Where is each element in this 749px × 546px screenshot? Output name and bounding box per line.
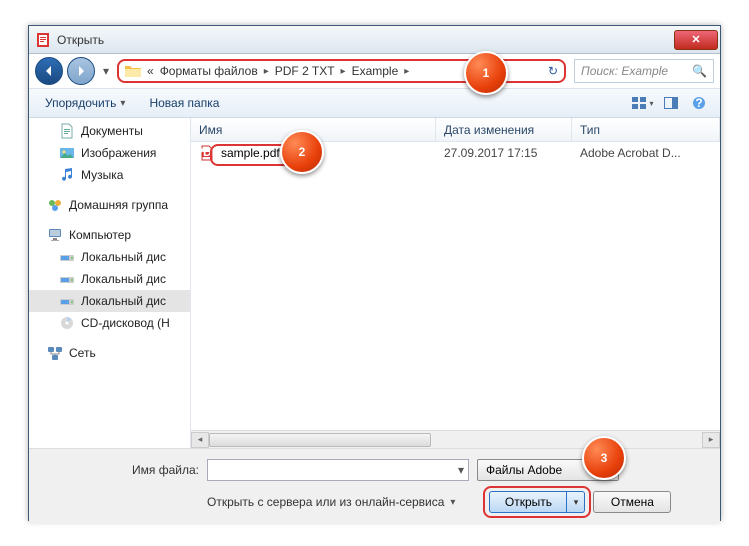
window-title: Открыть [57,33,674,47]
network-icon [47,345,63,361]
sidebar: Документы Изображения Музыка Домашняя гр… [29,118,191,448]
file-type-filter[interactable]: Файлы Adobe [477,459,619,481]
scroll-track[interactable] [209,432,702,448]
app-icon [35,32,51,48]
breadcrumb-prefix[interactable]: « [147,64,154,78]
preview-pane-button[interactable] [658,92,684,114]
sidebar-item-documents[interactable]: Документы [29,120,190,142]
cd-icon [59,315,75,331]
horizontal-scrollbar[interactable]: ◂ ▸ [191,430,720,448]
chevron-down-icon[interactable]: ▾ [458,463,464,477]
sidebar-item-images[interactable]: Изображения [29,142,190,164]
chevron-down-icon: ▾ [120,98,125,109]
pane-icon [664,97,678,109]
navbar: ▾ « Форматы файлов ▸ PDF 2 TXT ▸ Example… [29,54,720,88]
breadcrumb-item[interactable]: Форматы файлов [160,64,258,78]
sidebar-item-network[interactable]: Сеть [29,342,190,364]
file-list-pane: Имя Дата изменения Тип PDF sample.pdf 27… [191,118,720,448]
help-icon: ? [692,96,706,110]
folder-icon [125,64,141,78]
organize-button[interactable]: Упорядочить ▾ [37,93,133,113]
images-icon [59,145,75,161]
drive-icon [59,271,75,287]
refresh-icon[interactable]: ↻ [548,64,558,78]
drive-icon [59,249,75,265]
document-icon [59,123,75,139]
column-name[interactable]: Имя [191,118,436,141]
computer-icon [47,227,63,243]
file-type: Adobe Acrobat D... [572,146,720,160]
music-icon [59,167,75,183]
help-button[interactable]: ? [686,92,712,114]
sidebar-item-disk[interactable]: Локальный дис [29,268,190,290]
view-icon [632,97,646,109]
close-button[interactable]: ✕ [674,30,718,50]
chevron-right-icon[interactable]: ▸ [341,66,346,77]
search-input[interactable]: Поиск: Example 🔍 [574,59,714,83]
sidebar-item-music[interactable]: Музыка [29,164,190,186]
footer: Имя файла: ▾ Файлы Adobe Открыть с серве… [29,448,720,523]
scroll-left-button[interactable]: ◂ [191,432,209,448]
svg-text:?: ? [695,96,702,110]
chevron-right-icon[interactable]: ▸ [404,66,409,77]
breadcrumb-item[interactable]: Example [352,64,399,78]
new-folder-button[interactable]: Новая папка [141,93,227,113]
column-type[interactable]: Тип [572,118,720,141]
arrow-left-icon [42,64,56,78]
address-bar[interactable]: « Форматы файлов ▸ PDF 2 TXT ▸ Example ▸… [117,59,566,83]
back-button[interactable] [35,57,63,85]
search-icon[interactable]: 🔍 [692,64,707,78]
sidebar-item-homegroup[interactable]: Домашняя группа [29,194,190,216]
toolbar: Упорядочить ▾ Новая папка ? [29,88,720,118]
scroll-right-button[interactable]: ▸ [702,432,720,448]
breadcrumb: « Форматы файлов ▸ PDF 2 TXT ▸ Example ▸ [147,64,409,78]
open-button-group: Открыть ▾ [489,491,585,513]
file-row[interactable]: PDF sample.pdf 27.09.2017 17:15 Adobe Ac… [191,142,720,164]
sidebar-item-computer[interactable]: Компьютер [29,224,190,246]
open-from-server-link[interactable]: Открыть с сервера или из онлайн-сервиса … [207,495,455,509]
view-mode-button[interactable] [630,92,656,114]
file-list[interactable]: PDF sample.pdf 27.09.2017 17:15 Adobe Ac… [191,142,720,430]
cancel-button[interactable]: Отмена [593,491,671,513]
filename-label: Имя файла: [41,463,199,477]
forward-button[interactable] [67,57,95,85]
filename-input[interactable]: ▾ [207,459,469,481]
pdf-icon: PDF [199,145,215,161]
sidebar-item-disk[interactable]: Локальный дис [29,246,190,268]
column-headers: Имя Дата изменения Тип [191,118,720,142]
scroll-thumb[interactable] [209,433,431,447]
search-placeholder: Поиск: Example [581,64,668,78]
titlebar: Открыть ✕ [29,26,720,54]
open-dropdown-button[interactable]: ▾ [567,491,585,513]
chevron-down-icon: ▾ [450,497,455,508]
column-date[interactable]: Дата изменения [436,118,572,141]
file-date: 27.09.2017 17:15 [436,146,572,160]
body-area: Документы Изображения Музыка Домашняя гр… [29,118,720,448]
homegroup-icon [47,197,63,213]
breadcrumb-item[interactable]: PDF 2 TXT [275,64,335,78]
file-name: sample.pdf [221,146,280,160]
drive-icon [59,293,75,309]
sidebar-item-cd[interactable]: CD-дисковод (H [29,312,190,334]
sidebar-item-disk[interactable]: Локальный дис [29,290,190,312]
svg-text:PDF: PDF [199,145,215,159]
nav-history-dropdown[interactable]: ▾ [99,57,113,85]
arrow-right-icon [74,64,88,78]
open-button[interactable]: Открыть [489,491,567,513]
chevron-right-icon[interactable]: ▸ [264,66,269,77]
open-dialog: Открыть ✕ ▾ « Форматы файлов ▸ PDF 2 TXT… [28,25,721,521]
